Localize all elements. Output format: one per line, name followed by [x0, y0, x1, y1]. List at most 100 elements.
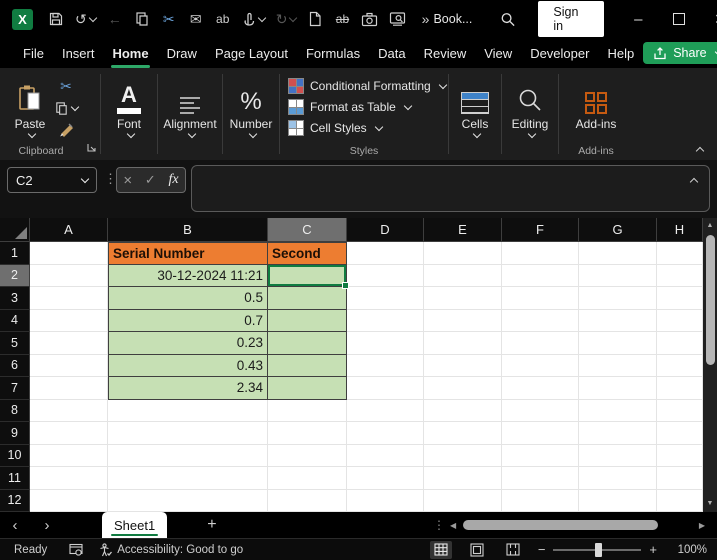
cell-A6[interactable]	[30, 354, 108, 377]
save-icon[interactable]	[48, 10, 64, 28]
cell-D5[interactable]	[347, 332, 424, 355]
cell-H11[interactable]	[657, 467, 703, 490]
cell-H1[interactable]	[657, 242, 703, 265]
cell-D3[interactable]	[347, 287, 424, 310]
cell-E5[interactable]	[424, 332, 502, 355]
column-header-H[interactable]: H	[657, 218, 703, 242]
cell-D4[interactable]	[347, 309, 424, 332]
touch-mode-button[interactable]	[242, 10, 266, 28]
column-header-F[interactable]: F	[502, 218, 579, 242]
cell-B9[interactable]	[108, 422, 268, 445]
page-break-preview-button[interactable]	[502, 541, 524, 559]
cell-A8[interactable]	[30, 399, 108, 422]
row-header-5[interactable]: 5	[0, 332, 30, 355]
cell-A4[interactable]	[30, 309, 108, 332]
share-button[interactable]: Share	[643, 42, 717, 64]
column-header-E[interactable]: E	[424, 218, 502, 242]
cell-H6[interactable]	[657, 354, 703, 377]
close-button[interactable]: ×	[700, 0, 717, 38]
strikethrough-icon[interactable]: ab	[334, 10, 350, 28]
cell-B4[interactable]: 0.7	[108, 309, 268, 332]
insert-function-icon[interactable]: fx	[169, 172, 179, 188]
alignment-button[interactable]: Alignment	[158, 76, 222, 139]
tab-review[interactable]: Review	[415, 42, 476, 65]
tab-data[interactable]: Data	[369, 42, 414, 65]
camera-icon[interactable]	[361, 10, 378, 28]
cell-A9[interactable]	[30, 422, 108, 445]
tab-help[interactable]: Help	[598, 42, 643, 65]
row-header-9[interactable]: 9	[0, 422, 30, 445]
cell-E2[interactable]	[424, 264, 502, 287]
zoom-out-icon[interactable]: −	[538, 542, 546, 557]
copy-icon[interactable]	[134, 10, 150, 28]
cell-F6[interactable]	[502, 354, 579, 377]
tab-draw[interactable]: Draw	[158, 42, 206, 65]
name-box[interactable]: C2	[7, 167, 97, 193]
cell-B10[interactable]	[108, 444, 268, 467]
cell-H9[interactable]	[657, 422, 703, 445]
cell-B12[interactable]	[108, 489, 268, 512]
copy-button[interactable]	[54, 101, 80, 116]
normal-view-button[interactable]	[429, 540, 452, 559]
cell-G5[interactable]	[579, 332, 657, 355]
format-painter-button[interactable]	[58, 122, 75, 143]
print-preview-icon[interactable]	[389, 10, 406, 28]
chevron-down-icon[interactable]	[257, 13, 266, 22]
cell-C2[interactable]	[268, 264, 349, 289]
cell-B11[interactable]	[108, 467, 268, 490]
cell-C5[interactable]	[268, 332, 347, 355]
cell-E9[interactable]	[424, 422, 502, 445]
cell-H10[interactable]	[657, 444, 703, 467]
cell-E12[interactable]	[424, 489, 502, 512]
cell-B8[interactable]	[108, 399, 268, 422]
cell-B2[interactable]: 30-12-2024 11:21	[108, 264, 268, 287]
row-header-11[interactable]: 11	[0, 467, 30, 490]
editing-button[interactable]: Editing	[502, 76, 558, 139]
prev-sheet-icon[interactable]: ‹	[0, 517, 30, 534]
cell-H12[interactable]	[657, 489, 703, 512]
tab-page-layout[interactable]: Page Layout	[206, 42, 297, 65]
cell-B5[interactable]: 0.23	[108, 332, 268, 355]
column-header-D[interactable]: D	[347, 218, 424, 242]
tab-home[interactable]: Home	[103, 42, 157, 68]
cell-E10[interactable]	[424, 444, 502, 467]
cell-H2[interactable]	[657, 264, 703, 287]
cell-H5[interactable]	[657, 332, 703, 355]
cell-A5[interactable]	[30, 332, 108, 355]
cell-D12[interactable]	[347, 489, 424, 512]
row-header-2[interactable]: 2	[0, 264, 30, 287]
cell-C10[interactable]	[268, 444, 347, 467]
search-icon[interactable]	[500, 10, 516, 28]
scroll-right-icon[interactable]: ▶	[699, 521, 705, 530]
cell-A7[interactable]	[30, 377, 108, 400]
cell-C9[interactable]	[268, 422, 347, 445]
cell-E1[interactable]	[424, 242, 502, 265]
chevron-down-icon[interactable]	[80, 174, 90, 183]
tab-formulas[interactable]: Formulas	[297, 42, 369, 65]
cell-A1[interactable]	[30, 242, 108, 265]
row-header-4[interactable]: 4	[0, 309, 30, 332]
cell-D1[interactable]	[347, 242, 424, 265]
cell-F5[interactable]	[502, 332, 579, 355]
cell-F1[interactable]	[502, 242, 579, 265]
cell-G12[interactable]	[579, 489, 657, 512]
font-button[interactable]: A Font	[101, 76, 157, 139]
cell-G7[interactable]	[579, 377, 657, 400]
fill-handle[interactable]	[342, 282, 349, 289]
cut-icon[interactable]: ✂	[161, 10, 177, 28]
zoom-level[interactable]: 100%	[671, 544, 707, 556]
cell-A12[interactable]	[30, 489, 108, 512]
maximize-button[interactable]	[659, 0, 700, 38]
format-as-table-button[interactable]: Format as Table	[288, 99, 446, 115]
paste-button[interactable]: Paste	[6, 76, 54, 139]
cell-F9[interactable]	[502, 422, 579, 445]
tab-insert[interactable]: Insert	[53, 42, 104, 65]
cell-C3[interactable]	[268, 287, 347, 310]
row-header-3[interactable]: 3	[0, 287, 30, 310]
cell-B6[interactable]: 0.43	[108, 354, 268, 377]
cell-E7[interactable]	[424, 377, 502, 400]
cell-A10[interactable]	[30, 444, 108, 467]
cell-G3[interactable]	[579, 287, 657, 310]
vertical-scrollbar[interactable]: ▲ ▼	[703, 218, 717, 512]
cell-E4[interactable]	[424, 309, 502, 332]
